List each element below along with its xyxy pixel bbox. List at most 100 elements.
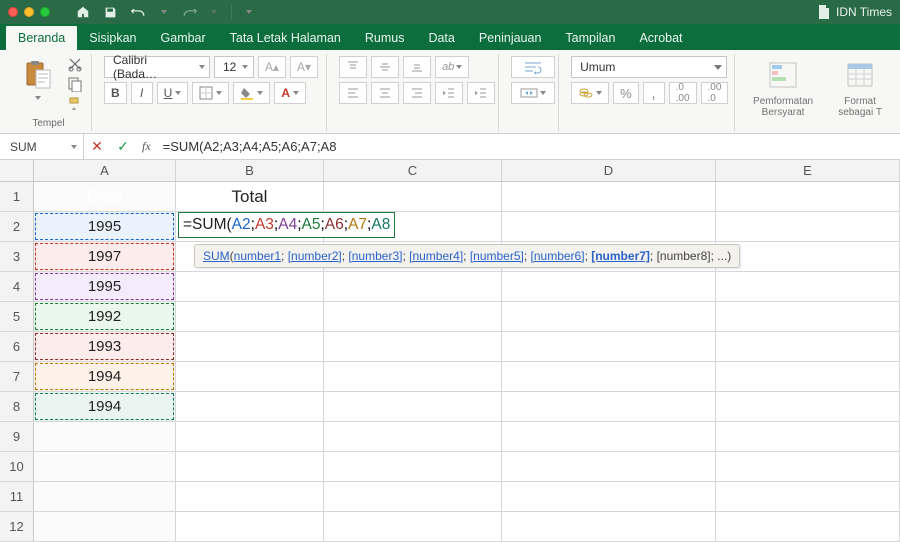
cell-c10[interactable] bbox=[324, 452, 502, 481]
row-header-10[interactable]: 10 bbox=[0, 452, 34, 481]
font-name-select[interactable]: Calibri (Bada… bbox=[104, 56, 210, 78]
copy-icon[interactable] bbox=[67, 76, 83, 92]
cell-a9[interactable] bbox=[34, 422, 176, 451]
italic-button[interactable]: I bbox=[131, 82, 153, 104]
close-window-icon[interactable] bbox=[8, 7, 18, 17]
currency-icon[interactable] bbox=[571, 82, 609, 104]
cell-e6[interactable] bbox=[716, 332, 900, 361]
select-all-corner[interactable] bbox=[0, 160, 34, 181]
cell-d5[interactable] bbox=[502, 302, 716, 331]
align-left-icon[interactable] bbox=[339, 82, 367, 104]
align-right-icon[interactable] bbox=[403, 82, 431, 104]
cell-c6[interactable] bbox=[324, 332, 502, 361]
cell-d9[interactable] bbox=[502, 422, 716, 451]
cell-e8[interactable] bbox=[716, 392, 900, 421]
zoom-window-icon[interactable] bbox=[40, 7, 50, 17]
cell-e11[interactable] bbox=[716, 482, 900, 511]
customize-qat-icon[interactable] bbox=[246, 10, 252, 14]
cell-b4[interactable] bbox=[176, 272, 324, 301]
align-center-icon[interactable] bbox=[371, 82, 399, 104]
home-icon[interactable] bbox=[76, 5, 90, 19]
cell-a7[interactable]: 1994 bbox=[34, 362, 176, 391]
cell-a3[interactable]: 1997 bbox=[34, 242, 176, 271]
cell-b1[interactable]: Total bbox=[176, 182, 324, 211]
cell-e2[interactable] bbox=[716, 212, 900, 241]
cell-d10[interactable] bbox=[502, 452, 716, 481]
font-size-select[interactable]: 12 bbox=[214, 56, 254, 78]
tooltip-param[interactable]: number1 bbox=[234, 249, 281, 263]
row-header-7[interactable]: 7 bbox=[0, 362, 34, 391]
decrease-indent-icon[interactable] bbox=[435, 82, 463, 104]
tooltip-fn-link[interactable]: SUM bbox=[203, 249, 230, 263]
decrease-font-icon[interactable]: A▾ bbox=[290, 56, 318, 78]
increase-indent-icon[interactable] bbox=[467, 82, 495, 104]
cell-b12[interactable] bbox=[176, 512, 324, 541]
percent-icon[interactable]: % bbox=[613, 82, 639, 104]
cell-d4[interactable] bbox=[502, 272, 716, 301]
cell-e10[interactable] bbox=[716, 452, 900, 481]
cell-b11[interactable] bbox=[176, 482, 324, 511]
number-format-select[interactable]: Umum bbox=[571, 56, 727, 78]
name-box[interactable]: SUM bbox=[0, 134, 84, 160]
cell-e12[interactable] bbox=[716, 512, 900, 541]
tab-acrobat[interactable]: Acrobat bbox=[627, 26, 694, 50]
cell-d2[interactable] bbox=[502, 212, 716, 241]
cell-b6[interactable] bbox=[176, 332, 324, 361]
minimize-window-icon[interactable] bbox=[24, 7, 34, 17]
align-bottom-icon[interactable] bbox=[403, 56, 431, 78]
cell-b9[interactable] bbox=[176, 422, 324, 451]
tooltip-param[interactable]: [number2] bbox=[288, 249, 342, 263]
cell-a6[interactable]: 1993 bbox=[34, 332, 176, 361]
orientation-icon[interactable]: ab bbox=[435, 56, 469, 78]
formula-input[interactable]: =SUM(A2;A3;A4;A5;A6;A7;A8 bbox=[157, 139, 900, 154]
cell-c1[interactable] bbox=[324, 182, 502, 211]
format-as-table-button[interactable]: Format sebagai T bbox=[829, 56, 891, 118]
tooltip-param[interactable]: [number4] bbox=[409, 249, 463, 263]
font-color-button[interactable]: A bbox=[274, 82, 306, 104]
redo-icon[interactable] bbox=[181, 6, 197, 19]
cell-c12[interactable] bbox=[324, 512, 502, 541]
cell-d7[interactable] bbox=[502, 362, 716, 391]
increase-font-icon[interactable]: A▴ bbox=[258, 56, 286, 78]
cell-a2[interactable]: 1995 bbox=[34, 212, 176, 241]
cell-d1[interactable] bbox=[502, 182, 716, 211]
undo-icon[interactable] bbox=[131, 6, 147, 19]
cell-c7[interactable] bbox=[324, 362, 502, 391]
cancel-formula-icon[interactable]: ✕ bbox=[84, 138, 110, 155]
tab-rumus[interactable]: Rumus bbox=[353, 26, 417, 50]
cell-c11[interactable] bbox=[324, 482, 502, 511]
cell-a8[interactable]: 1994 bbox=[34, 392, 176, 421]
cell-a4[interactable]: 1995 bbox=[34, 272, 176, 301]
cell-e5[interactable] bbox=[716, 302, 900, 331]
underline-button[interactable]: U bbox=[157, 82, 189, 104]
row-header-3[interactable]: 3 bbox=[0, 242, 34, 271]
cell-a1[interactable]: Data bbox=[34, 182, 176, 211]
cell-d6[interactable] bbox=[502, 332, 716, 361]
fx-icon[interactable]: fx bbox=[136, 139, 157, 154]
undo-dropdown-icon[interactable] bbox=[161, 10, 167, 14]
tab-gambar[interactable]: Gambar bbox=[149, 26, 218, 50]
col-header-a[interactable]: A bbox=[34, 160, 176, 181]
col-header-c[interactable]: C bbox=[324, 160, 502, 181]
row-header-11[interactable]: 11 bbox=[0, 482, 34, 511]
row-header-12[interactable]: 12 bbox=[0, 512, 34, 541]
row-header-4[interactable]: 4 bbox=[0, 272, 34, 301]
cell-b10[interactable] bbox=[176, 452, 324, 481]
cell-e4[interactable] bbox=[716, 272, 900, 301]
fill-color-button[interactable] bbox=[233, 82, 270, 104]
paste-button[interactable] bbox=[14, 56, 61, 100]
cell-e1[interactable] bbox=[716, 182, 900, 211]
row-header-6[interactable]: 6 bbox=[0, 332, 34, 361]
cell-e3[interactable] bbox=[716, 242, 900, 271]
formula-editing-overlay[interactable]: =SUM(A2;A3;A4;A5;A6;A7;A8 bbox=[178, 212, 395, 238]
col-header-d[interactable]: D bbox=[502, 160, 716, 181]
cell-b7[interactable] bbox=[176, 362, 324, 391]
cell-e9[interactable] bbox=[716, 422, 900, 451]
align-top-icon[interactable] bbox=[339, 56, 367, 78]
cell-b8[interactable] bbox=[176, 392, 324, 421]
tooltip-param[interactable]: [number6] bbox=[531, 249, 585, 263]
tooltip-param[interactable]: [number3] bbox=[348, 249, 402, 263]
cell-a10[interactable] bbox=[34, 452, 176, 481]
increase-decimal-icon[interactable]: .0.00 bbox=[669, 82, 697, 104]
cell-a5[interactable]: 1992 bbox=[34, 302, 176, 331]
